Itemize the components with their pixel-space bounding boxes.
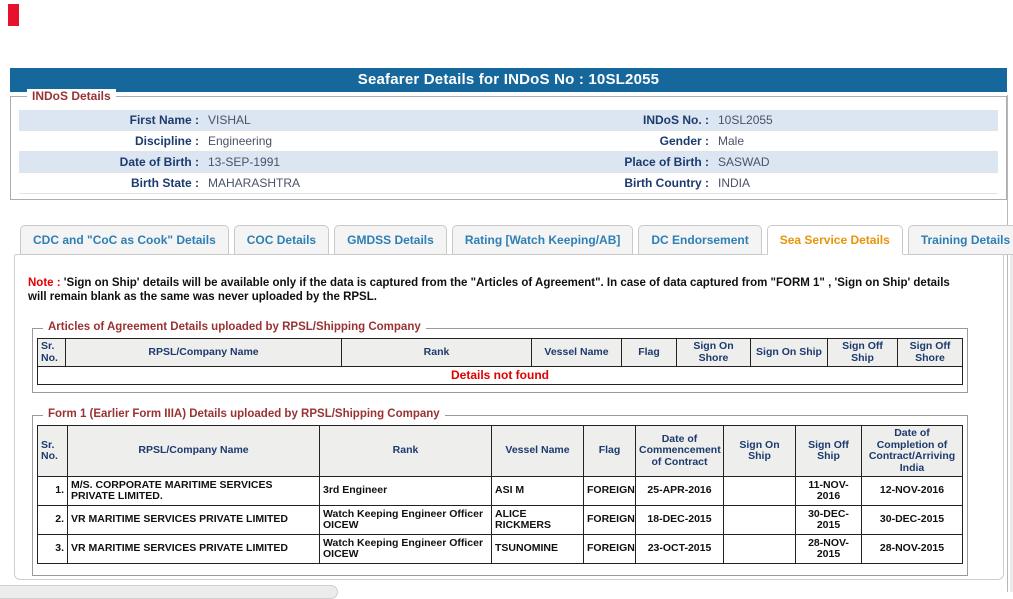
articles-of-agreement-legend: Articles of Agreement Details uploaded b… <box>43 321 426 333</box>
field-label: INDoS No. : <box>643 113 709 127</box>
field-label: Date of Birth : <box>119 155 199 169</box>
column-header: Sign Off Ship <box>795 425 862 477</box>
cell-sign-on-ship <box>723 534 796 564</box>
column-header: Rank <box>319 425 492 477</box>
form1-details-table: Sr. No. RPSL/Company Name Rank Vessel Na… <box>37 425 963 564</box>
table-row: 3. VR MARITIME SERVICES PRIVATE LIMITED … <box>37 534 963 564</box>
cell-vessel: TSUNOMINE <box>491 534 584 564</box>
field-value: Engineering <box>208 134 273 148</box>
column-header: RPSL/Company Name <box>67 425 320 477</box>
tab-training-details[interactable]: Training Details <box>907 225 1013 255</box>
cell-sr-no: 2. <box>37 505 68 535</box>
field-value: VISHAL <box>208 113 251 127</box>
cell-sign-off-ship: 11-NOV-2016 <box>795 476 862 506</box>
indos-details-rows: First Name : VISHAL INDoS No. : 10SL2055 D… <box>19 110 998 194</box>
empty-results-row: Details not found <box>37 366 963 385</box>
column-header: Vessel Name <box>531 338 622 367</box>
field-label: First Name : <box>129 113 199 127</box>
cell-company: VR MARITIME SERVICES PRIVATE LIMITED <box>67 534 320 564</box>
note-label: Note : <box>28 277 61 289</box>
cell-completion-date: 30-DEC-2015 <box>861 505 963 535</box>
table-header-row: Sr. No. RPSL/Company Name Rank Vessel Na… <box>37 338 963 367</box>
form1-details-legend: Form 1 (Earlier Form IIIA) Details uploa… <box>43 408 445 420</box>
sea-service-details-panel: Note : 'Sign on Ship' details will be av… <box>14 254 1004 580</box>
field-value: INDIA <box>718 176 751 190</box>
tab-sea-service-details[interactable]: Sea Service Details <box>766 225 903 255</box>
note-text: Note : 'Sign on Ship' details will be av… <box>28 276 961 304</box>
field-label: Gender : <box>659 134 709 148</box>
field-value: 13-SEP-1991 <box>208 155 281 169</box>
tab-bar: CDC and "CoC as Cook" Details COC Detail… <box>20 225 1013 255</box>
table-row: 2. VR MARITIME SERVICES PRIVATE LIMITED … <box>37 505 963 535</box>
indos-details-fieldset: INDoS Details First Name : VISHAL INDoS N… <box>10 89 1007 200</box>
cell-vessel: ASI M <box>491 476 584 506</box>
articles-of-agreement-table: Sr. No. RPSL/Company Name Rank Vessel Na… <box>37 338 963 385</box>
column-header: Flag <box>621 338 677 367</box>
cell-rank: 3rd Engineer <box>319 476 492 506</box>
table-header-row: Sr. No. RPSL/Company Name Rank Vessel Na… <box>37 425 963 477</box>
field-value: SASWAD <box>718 155 770 169</box>
cell-vessel: ALICE RICKMERS <box>491 505 584 535</box>
column-header: Sr. No. <box>37 338 66 367</box>
tab-dc-endorsement[interactable]: DC Endorsement <box>638 225 762 255</box>
details-not-found-message: Details not found <box>37 366 963 385</box>
column-header: Date of Commencement of Contract <box>635 425 724 477</box>
note-body: 'Sign on Ship' details will be available… <box>28 277 950 303</box>
cell-flag: FOREIGN <box>583 534 636 564</box>
column-header: RPSL/Company Name <box>65 338 342 367</box>
field-value: Male <box>718 134 745 148</box>
column-header: Sign On Ship <box>750 338 828 367</box>
articles-of-agreement-fieldset: Articles of Agreement Details uploaded b… <box>32 321 968 393</box>
field-value: 10SL2055 <box>718 113 773 127</box>
tab-coc-details[interactable]: COC Details <box>233 225 330 255</box>
cell-sr-no: 1. <box>37 476 68 506</box>
cell-sign-off-ship: 30-DEC-2015 <box>795 505 862 535</box>
column-header: Sign Off Ship <box>827 338 898 367</box>
cell-company: VR MARITIME SERVICES PRIVATE LIMITED <box>67 505 320 535</box>
cell-sign-off-ship: 28-NOV-2015 <box>795 534 862 564</box>
broken-image-icon <box>8 4 19 26</box>
cell-sign-on-ship <box>723 476 796 506</box>
column-header: Flag <box>583 425 636 477</box>
column-header: Sr. No. <box>37 425 68 477</box>
detail-row: Date of Birth : 13-SEP-1991 Place of Birt… <box>19 152 998 173</box>
detail-row: Discipline : Engineering Gender : Male <box>19 131 998 152</box>
column-header: Sign On Shore <box>676 338 751 367</box>
field-label: Birth Country : <box>624 176 709 190</box>
cell-sr-no: 3. <box>37 534 68 564</box>
table-row: 1. M/S. CORPORATE MARITIME SERVICES PRIV… <box>37 476 963 506</box>
column-header: Sign Off Shore <box>897 338 963 367</box>
cell-rank: Watch Keeping Engineer Officer OICEW <box>319 534 492 564</box>
page-right-border <box>1007 95 1008 592</box>
detail-row: Birth State : MAHARASHTRA Birth Country :… <box>19 173 998 194</box>
tab-rating-watch-keeping-ab[interactable]: Rating [Watch Keeping/AB] <box>451 225 634 255</box>
cell-flag: FOREIGN <box>583 476 636 506</box>
cell-completion-date: 12-NOV-2016 <box>861 476 963 506</box>
cell-commencement-date: 23-OCT-2015 <box>635 534 724 564</box>
field-label: Place of Birth : <box>624 155 709 169</box>
cell-flag: FOREIGN <box>583 505 636 535</box>
tab-gmdss-details[interactable]: GMDSS Details <box>334 225 447 255</box>
field-value: MAHARASHTRA <box>208 176 301 190</box>
cell-commencement-date: 18-DEC-2015 <box>635 505 724 535</box>
cell-sign-on-ship <box>723 505 796 535</box>
bottom-panel-edge <box>0 585 338 599</box>
detail-row: First Name : VISHAL INDoS No. : 10SL2055 <box>19 110 998 131</box>
tab-cdc-coc-as-cook-details[interactable]: CDC and "CoC as Cook" Details <box>20 225 229 255</box>
indos-details-legend: INDoS Details <box>27 89 116 103</box>
form1-details-fieldset: Form 1 (Earlier Form IIIA) Details uploa… <box>32 408 968 576</box>
column-header: Rank <box>341 338 532 367</box>
column-header: Date of Completion of Contract/Arriving … <box>861 425 963 477</box>
cell-rank: Watch Keeping Engineer Officer OICEW <box>319 505 492 535</box>
cell-completion-date: 28-NOV-2015 <box>861 534 963 564</box>
cell-company: M/S. CORPORATE MARITIME SERVICES PRIVATE… <box>67 476 320 506</box>
field-label: Birth State : <box>130 176 199 190</box>
column-header: Sign On Ship <box>723 425 796 477</box>
page-title: Seafarer Details for INDoS No : 10SL2055 <box>10 68 1007 92</box>
cell-commencement-date: 25-APR-2016 <box>635 476 724 506</box>
field-label: Discipline : <box>134 134 199 148</box>
column-header: Vessel Name <box>491 425 584 477</box>
